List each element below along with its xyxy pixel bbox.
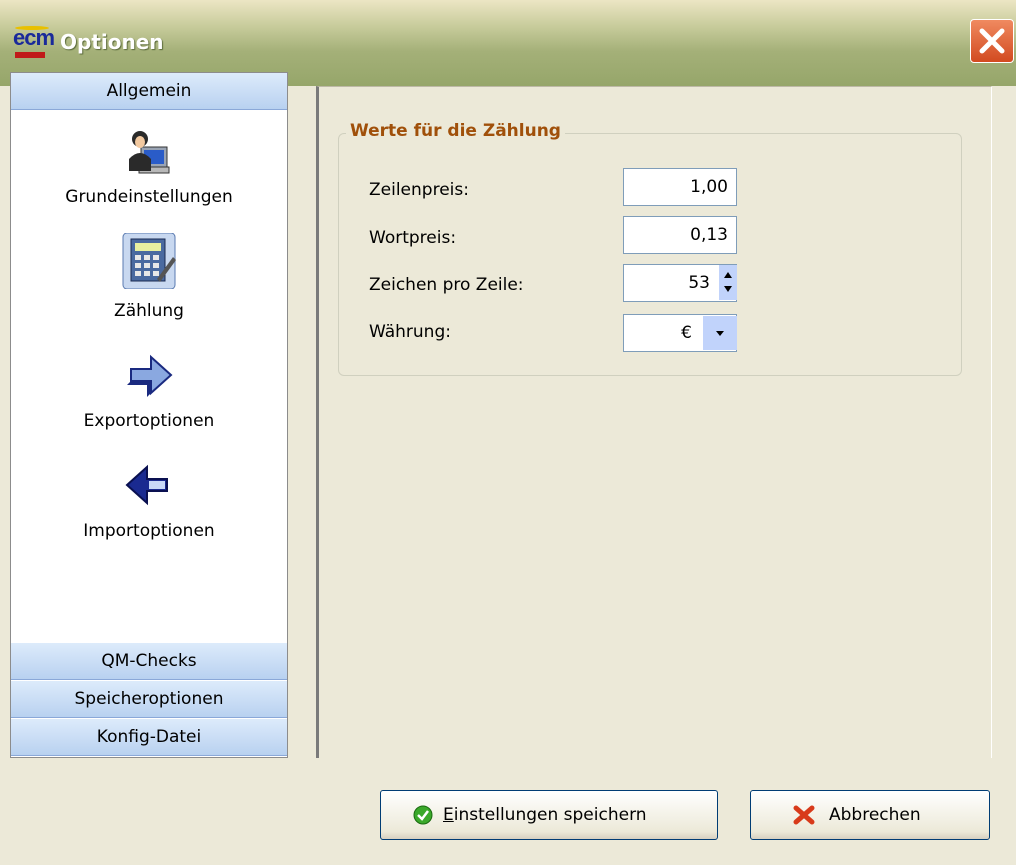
calculator-icon [119, 232, 179, 290]
nav-item-exportoptionen[interactable]: Exportoptionen [11, 349, 287, 439]
cancel-x-icon [793, 805, 815, 825]
stepper-arrows-icon [724, 272, 732, 292]
wortpreis-label: Wortpreis: [369, 228, 457, 248]
groupbox-title: Werte für die Zählung [346, 121, 565, 141]
zeilenpreis-label: Zeilenpreis: [369, 180, 469, 200]
user-computer-icon [119, 125, 179, 181]
nav-item-zaehlung[interactable]: Zählung [11, 232, 287, 323]
waehrung-label: Währung: [369, 322, 451, 342]
window-title: Optionen [60, 30, 164, 54]
options-nav: Allgemein Grundeinstellungen Zählung Exp… [10, 72, 288, 758]
close-icon [979, 28, 1005, 54]
nav-header-allgemein[interactable]: Allgemein [11, 73, 287, 110]
app-logo: ecm [13, 24, 55, 60]
nav-item-label: Grundeinstellungen [65, 187, 233, 207]
checkmark-icon [413, 805, 433, 825]
nav-item-label: Zählung [114, 301, 184, 321]
arrow-left-icon [119, 459, 179, 515]
zeichen-pro-zeile-label: Zeichen pro Zeile: [369, 275, 524, 295]
cancel-label: Abbrechen [829, 805, 921, 825]
nav-header-konfig-datei[interactable]: Konfig-Datei [11, 719, 287, 756]
nav-item-importoptionen[interactable]: Importoptionen [11, 459, 287, 549]
chevron-down-icon [716, 331, 724, 336]
waehrung-dropdown-button[interactable] [702, 316, 737, 350]
wortpreis-input[interactable]: 0,13 [623, 216, 737, 254]
stepper-buttons[interactable] [718, 265, 737, 300]
save-settings-label: Einstellungen speichern [443, 805, 647, 825]
cancel-button[interactable]: Abbrechen [750, 790, 990, 840]
save-settings-button[interactable]: Einstellungen speichern [380, 790, 718, 840]
nav-header-speicheroptionen[interactable]: Speicheroptionen [11, 681, 287, 718]
zeilenpreis-input[interactable]: 1,00 [623, 168, 737, 206]
nav-header-qm-checks[interactable]: QM-Checks [11, 643, 287, 680]
arrow-right-icon [119, 349, 179, 405]
nav-item-label: Importoptionen [83, 521, 215, 541]
close-button[interactable] [970, 19, 1014, 63]
nav-item-label: Exportoptionen [83, 411, 215, 431]
nav-item-grundeinstellungen[interactable]: Grundeinstellungen [11, 125, 287, 215]
